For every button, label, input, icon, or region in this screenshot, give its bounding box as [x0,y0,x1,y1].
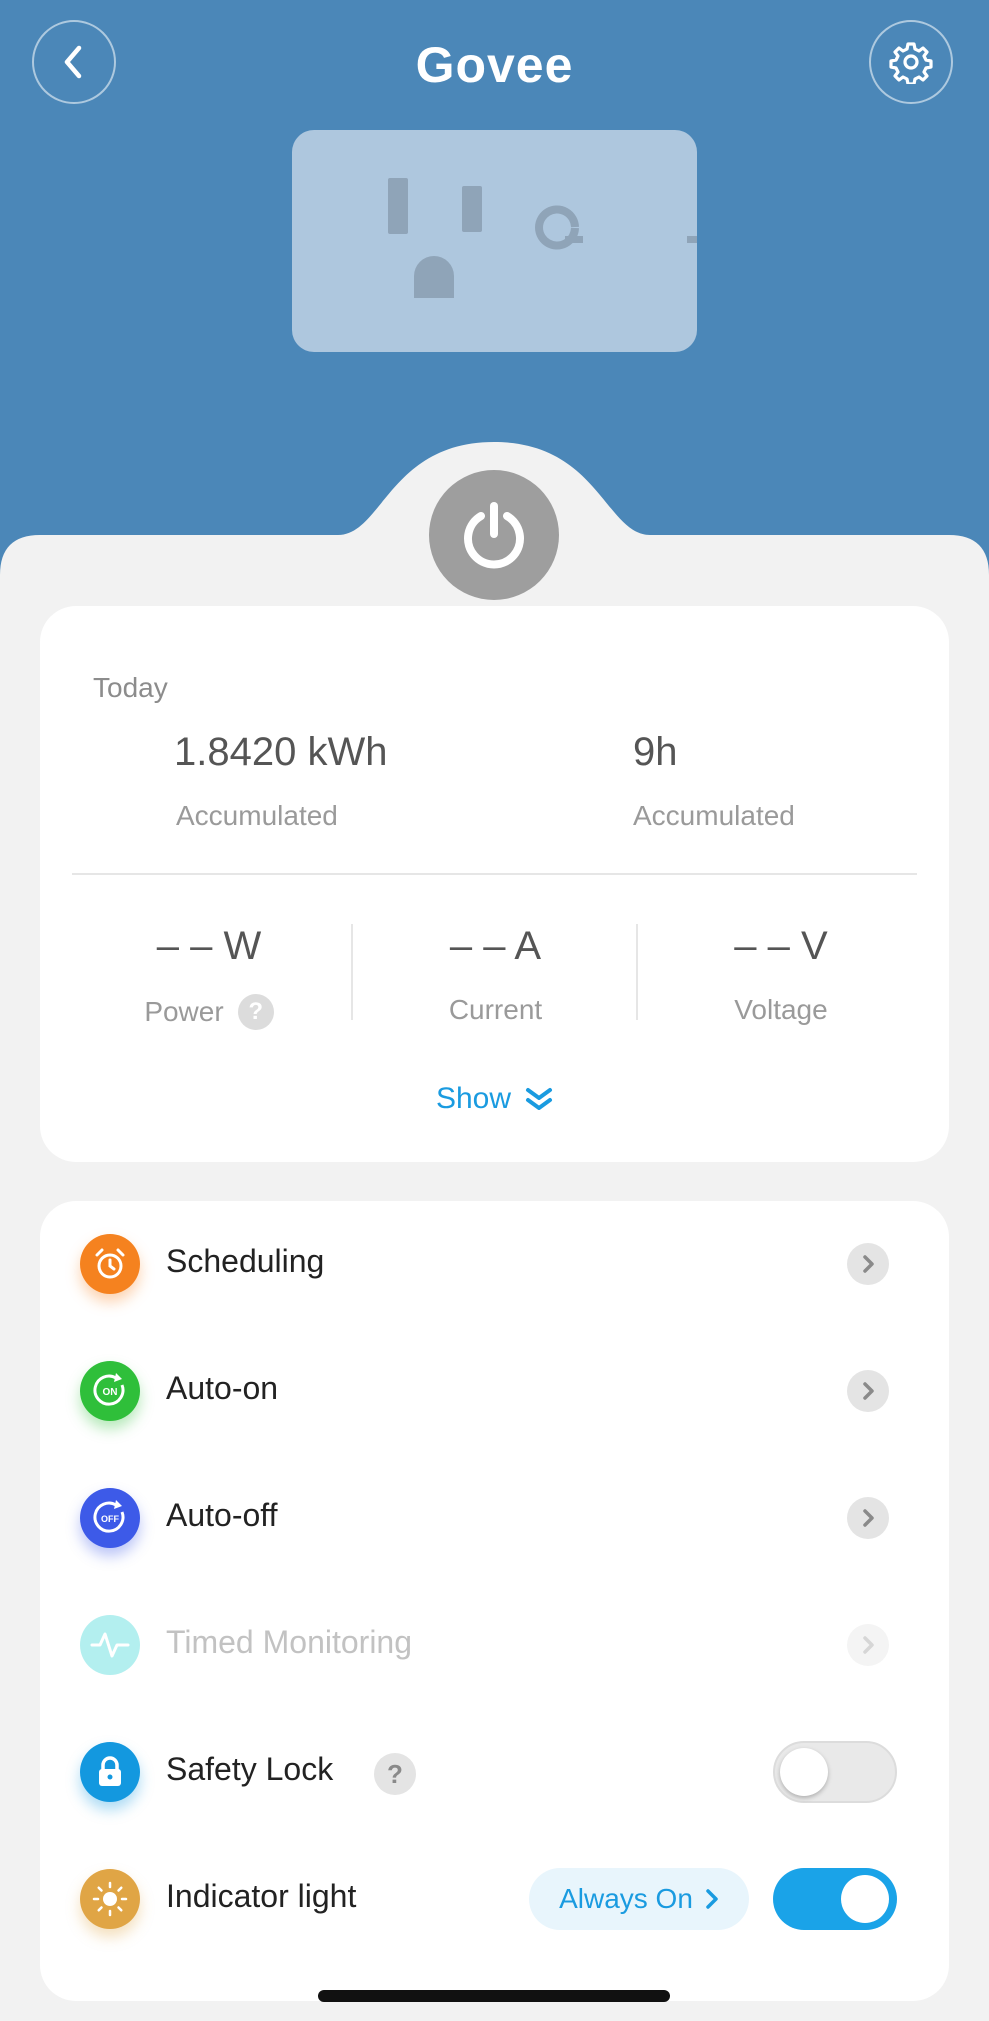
voltage-stat: – – V Voltage [640,916,922,1026]
indicator-light-row: Indicator light Always On [40,1836,949,1963]
voltage-value: – – V [734,924,828,968]
power-icon [464,502,524,569]
current-label: Current [448,994,543,1025]
time-value: 9h [633,730,678,774]
energy-value: 1.8420 kWh [174,730,388,774]
svg-text:OFF: OFF [101,1514,119,1524]
auto-off-icon: OFF [80,1488,140,1548]
power-stat: – – W Power ? [74,916,344,1030]
double-chevron-down-icon [526,1088,553,1110]
chevron-right-icon [847,1243,889,1285]
voltage-label: Voltage [734,994,828,1025]
power-label: Power [144,996,224,1027]
divider [351,924,353,1020]
scheduling-label: Scheduling [166,1243,325,1279]
chevron-right-icon [706,1889,718,1909]
safety-lock-row: Safety Lock ? [40,1709,949,1836]
features-card: Scheduling ON Auto-on OFF Auto-off Timed… [40,1201,949,2001]
period-label: Today [93,672,168,703]
show-more-button[interactable]: Show [40,1082,949,1116]
indicator-mode-label: Always On [559,1883,693,1914]
safety-lock-label: Safety Lock [166,1751,334,1787]
current-value: – – A [449,924,542,968]
indicator-light-label: Indicator light [166,1878,357,1914]
auto-on-label: Auto-on [166,1370,279,1406]
timed-monitoring-label: Timed Monitoring [166,1624,413,1660]
alarm-clock-icon [80,1234,140,1294]
energy-label: Accumulated [176,800,338,831]
power-value: – – W [156,924,262,968]
auto-off-row[interactable]: OFF Auto-off [40,1455,949,1582]
indicator-light-toggle[interactable] [773,1868,897,1930]
chevron-right-icon [847,1497,889,1539]
chevron-right-icon [847,1624,889,1666]
timed-monitoring-row: Timed Monitoring [40,1582,949,1709]
divider [636,924,638,1020]
power-button[interactable] [429,470,559,600]
chevron-right-icon [847,1370,889,1412]
divider [72,873,917,875]
help-icon[interactable]: ? [237,994,274,1030]
current-stat: – – A Current [358,916,633,1026]
auto-on-icon: ON [80,1361,140,1421]
show-label: Show [435,1082,512,1115]
auto-off-label: Auto-off [166,1497,278,1533]
help-icon[interactable]: ? [374,1753,416,1795]
home-indicator [318,1990,670,2002]
sun-icon [80,1869,140,1929]
safety-lock-toggle[interactable] [773,1741,897,1803]
auto-on-row[interactable]: ON Auto-on [40,1328,949,1455]
svg-text:ON: ON [103,1387,118,1398]
time-label: Accumulated [633,800,795,831]
scheduling-row[interactable]: Scheduling [40,1201,949,1328]
pulse-icon [80,1615,140,1675]
lock-icon [80,1742,140,1802]
indicator-mode-button[interactable]: Always On [529,1868,749,1930]
energy-stats-card: Today 1.8420 kWh Accumulated 9h Accumula… [40,606,949,1162]
